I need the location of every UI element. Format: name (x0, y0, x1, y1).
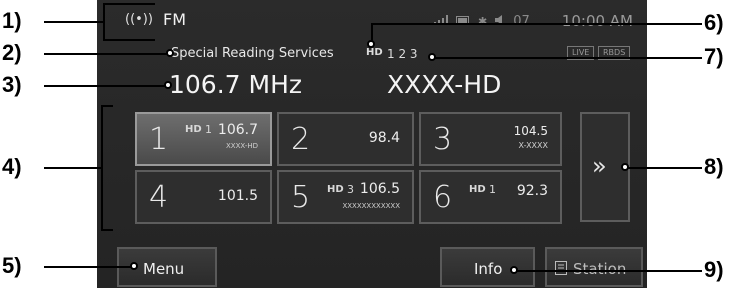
preset-number: 6 (433, 180, 453, 215)
frequency-display: 106.7 MHz (169, 70, 303, 99)
preset-frequency: 106.7 (217, 122, 258, 138)
preset-3[interactable]: 3 104.5 X-XXXX (419, 112, 562, 166)
bluetooth-icon: ✱ (478, 14, 488, 28)
hd-subchannel: 3 (347, 183, 354, 196)
callout-8-dot (621, 163, 629, 171)
preset-frequency: 106.5 (359, 181, 400, 197)
band-label[interactable]: FM (163, 10, 186, 29)
info-button[interactable]: Info (440, 247, 535, 287)
preset-number: 3 (433, 122, 453, 157)
callout-4-bracket (101, 105, 113, 231)
signal-icon (434, 14, 449, 29)
program-service-text: Special Reading Services (171, 46, 334, 61)
preset-frequency: 92.3 (516, 183, 548, 199)
callout-6: 6) (704, 10, 724, 35)
callout-7: 7) (704, 44, 724, 69)
preset-name: XXXX-HD (225, 142, 258, 150)
hd-radio-icon: HD (327, 184, 344, 195)
callout-9-leader (514, 270, 702, 272)
callout-5-leader (44, 266, 132, 268)
preset-number: 5 (291, 180, 311, 215)
hd-radio-icon: HD (185, 124, 202, 135)
hd-radio-icon: HD (366, 47, 383, 58)
callout-1: 1) (2, 8, 22, 33)
callout-2: 2) (2, 40, 22, 65)
double-chevron-right-icon: » (592, 152, 607, 180)
preset-name: XXXXXXXXXXXX (342, 202, 400, 210)
call-sign: XXXX-HD (387, 70, 502, 99)
hd-subchannel: 1 (489, 183, 496, 196)
callout-8: 8) (704, 154, 724, 179)
hd-subchannel: 1 (205, 123, 212, 136)
battery-icon (456, 14, 470, 29)
callout-9-dot (510, 266, 518, 274)
preset-6[interactable]: 6 HD 1 92.3 (419, 170, 562, 224)
callout-4-leader (44, 167, 101, 169)
callout-1-leader (44, 21, 103, 23)
callout-3-dot (164, 81, 172, 89)
callout-7-leader (432, 57, 702, 59)
preset-name: X-XXXX (518, 141, 549, 150)
menu-label: Menu (143, 260, 185, 278)
volume-level: 07 (513, 13, 530, 29)
preset-number: 1 (149, 122, 169, 157)
callout-5: 5) (2, 253, 22, 278)
preset-frequency: 104.5 (513, 124, 548, 138)
callout-4: 4) (2, 154, 22, 179)
callout-2-leader (44, 53, 168, 55)
callout-2-dot (166, 49, 174, 57)
preset-2[interactable]: 2 98.4 (277, 112, 414, 166)
clock: 10:00 AM (561, 12, 633, 30)
preset-number: 4 (149, 180, 169, 215)
preset-4[interactable]: 4 101.5 (135, 170, 272, 224)
station-button[interactable]: Station (545, 247, 643, 287)
callout-3: 3) (2, 72, 22, 97)
station-label: Station (573, 260, 627, 278)
preset-number: 2 (291, 122, 311, 157)
callout-6-leader (372, 23, 702, 25)
hd-radio-icon: HD (469, 184, 486, 195)
callout-5-dot (130, 262, 138, 270)
callout-9: 9) (704, 257, 724, 282)
callout-6-dot (367, 40, 375, 48)
info-label: Info (474, 260, 503, 278)
volume-icon (495, 14, 505, 29)
callout-8-leader (625, 167, 702, 169)
preset-frequency: 98.4 (368, 130, 400, 146)
callout-7-dot (428, 53, 436, 61)
preset-1[interactable]: 1 HD 1 106.7 XXXX-HD (135, 112, 272, 166)
preset-5[interactable]: 5 HD 3 106.5 XXXXXXXXXXXX (277, 170, 414, 224)
preset-frequency: 101.5 (217, 188, 258, 204)
status-bar: ✱ 07 10:00 AM (434, 12, 633, 30)
callout-1-bracket (103, 3, 155, 41)
hd-channels[interactable]: 1 2 3 (387, 47, 418, 61)
callout-3-leader (44, 85, 166, 87)
